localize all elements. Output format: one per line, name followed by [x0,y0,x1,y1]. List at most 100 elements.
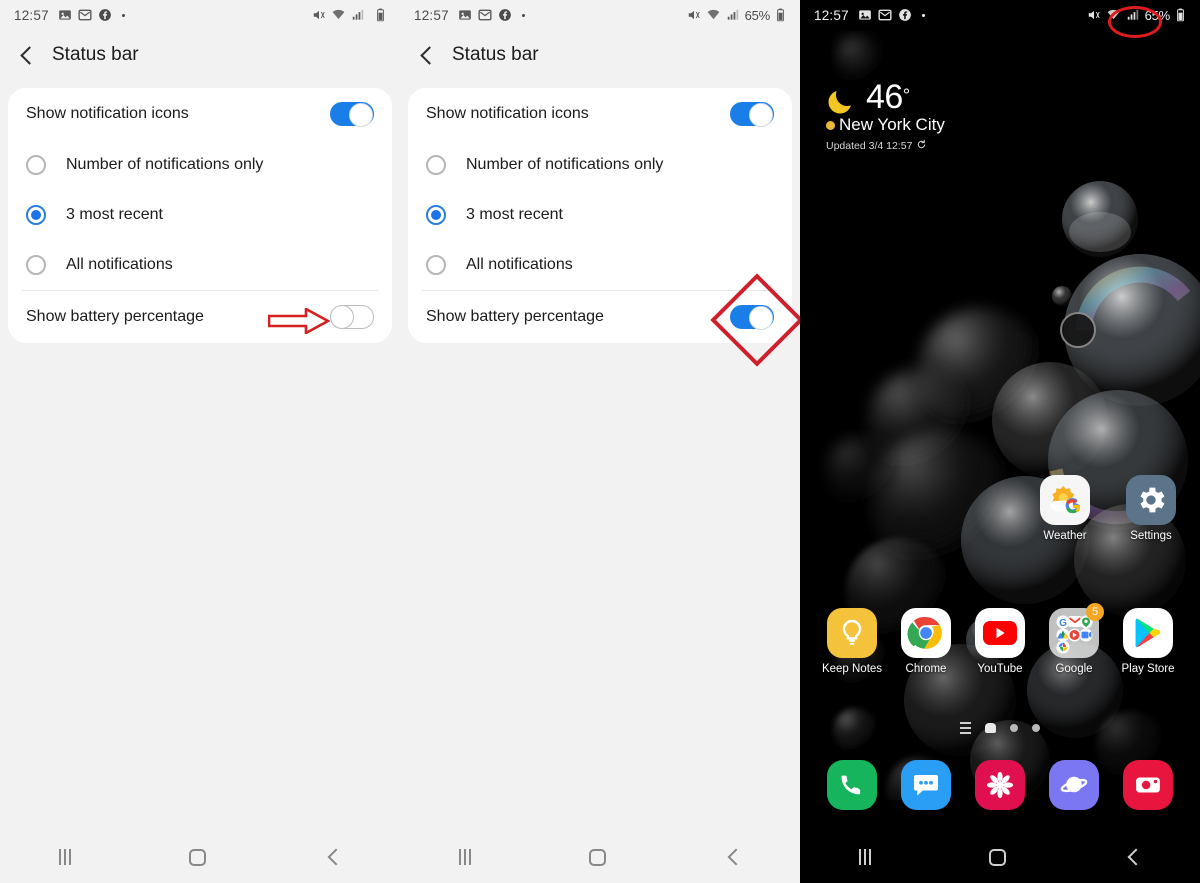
battery-percentage-toggle[interactable] [330,305,374,329]
svg-text:G: G [1059,618,1067,629]
app-settings[interactable]: Settings [1114,475,1188,542]
page-dot[interactable] [1032,724,1040,732]
phone-icon[interactable] [827,760,877,810]
keep-notes-icon[interactable] [827,608,877,658]
radio-icon[interactable] [26,205,46,225]
radio-option-all-notifications[interactable]: All notifications [8,240,392,290]
back-button[interactable] [1125,849,1141,865]
dock-app-internet[interactable] [1037,760,1111,810]
app-weather[interactable]: Weather [1028,475,1102,542]
status-bar-left: 12:57 [414,8,525,23]
gmail-icon [78,8,92,22]
recents-button[interactable] [459,849,472,865]
radio-icon[interactable] [26,155,46,175]
show-notification-icons-toggle[interactable] [330,102,374,127]
radio-option-number-only[interactable]: Number of notifications only [8,140,392,190]
google-folder-icon[interactable]: G 5 [1049,603,1104,658]
play-store-icon[interactable] [1123,608,1173,658]
show-notification-icons-toggle[interactable] [730,102,774,127]
annotation-arrow-icon [267,306,331,336]
signal-icon [726,8,740,22]
refresh-icon[interactable] [916,139,927,153]
app-google-folder[interactable]: G 5 Google [1037,603,1111,675]
show-notification-icons-row[interactable]: Show notification icons [408,88,792,140]
weather-updated-row: Updated 3/4 12:57 [826,139,945,153]
radio-label: 3 most recent [66,206,163,223]
dock-app-phone[interactable] [815,760,889,810]
dock [800,760,1200,810]
app-label: Settings [1130,530,1172,542]
google-weather-icon[interactable] [1040,475,1090,525]
status-dot-icon [921,13,925,17]
home-button[interactable] [989,848,1007,866]
facebook-icon [498,8,512,22]
gallery-icon[interactable] [975,760,1025,810]
show-notification-icons-label: Show notification icons [426,105,589,122]
show-battery-percentage-row[interactable]: Show battery percentage [8,291,392,343]
panel-settings-off: 12:57 Status bar Show notification icons… [0,0,400,883]
radio-icon[interactable] [426,255,446,275]
back-arrow-icon[interactable] [418,46,436,64]
back-button[interactable] [725,849,741,865]
status-bar: 12:57 [400,0,800,30]
facebook-icon [98,8,112,22]
image-icon [458,8,472,22]
settings-header: Status bar [400,30,800,80]
battery-icon [1175,8,1186,22]
battery-percent-text: 65% [1144,7,1171,23]
dock-app-camera[interactable] [1111,760,1185,810]
page-dot[interactable] [1010,724,1018,732]
radio-option-all-notifications[interactable]: All notifications [408,240,792,290]
back-arrow-icon[interactable] [18,46,36,64]
dock-app-gallery[interactable] [963,760,1037,810]
signal-icon [1126,8,1140,22]
weather-widget[interactable]: 46° New York City Updated 3/4 12:57 [826,78,945,153]
radio-icon[interactable] [426,205,446,225]
home-button[interactable] [189,848,207,866]
show-battery-percentage-label: Show battery percentage [26,308,204,325]
gmail-icon [878,8,892,22]
radio-icon[interactable] [26,255,46,275]
app-keep-notes[interactable]: Keep Notes [815,608,889,675]
radio-option-number-only[interactable]: Number of notifications only [408,140,792,190]
radio-label: All notifications [66,256,173,273]
recents-button[interactable] [859,849,872,865]
radio-option-3-most-recent[interactable]: 3 most recent [8,190,392,240]
gear-icon[interactable] [1126,475,1176,525]
show-notification-icons-row[interactable]: Show notification icons [8,88,392,140]
wifi-icon [331,8,346,22]
status-bar: 12:57 [800,0,1200,38]
app-youtube[interactable]: YouTube [963,608,1037,675]
messages-icon[interactable] [901,760,951,810]
radio-icon[interactable] [426,155,446,175]
app-label: Play Store [1121,663,1175,675]
app-label: Google [1055,663,1093,675]
page-indicator [800,722,1200,734]
page-title: Status bar [52,44,139,65]
youtube-icon[interactable] [975,608,1025,658]
home-button[interactable] [589,848,607,866]
dock-app-messages[interactable] [889,760,963,810]
camera-icon[interactable] [1123,760,1173,810]
recents-button[interactable] [59,849,72,865]
status-bar: 12:57 [0,0,400,30]
mute-icon [312,8,326,22]
radio-option-3-most-recent[interactable]: 3 most recent [408,190,792,240]
app-label: Keep Notes [821,663,883,675]
image-icon [858,8,872,22]
app-play-store[interactable]: Play Store [1111,608,1185,675]
chrome-icon[interactable] [901,608,951,658]
wifi-icon [706,8,721,22]
app-label: YouTube [977,663,1023,675]
app-list-icon[interactable] [960,722,971,734]
home-page-dot[interactable] [985,723,996,733]
navigation-bar [400,831,800,883]
status-bar-right: 65% [1087,5,1186,38]
home-apps-row-main: Keep Notes Chrome YouTube G 5 Google Pla… [800,603,1200,675]
internet-icon[interactable] [1049,760,1099,810]
back-button[interactable] [325,849,341,865]
moon-icon [826,86,856,116]
settings-card: Show notification icons Number of notifi… [8,88,392,343]
app-chrome[interactable]: Chrome [889,608,963,675]
weather-degree-symbol: ° [902,85,911,106]
